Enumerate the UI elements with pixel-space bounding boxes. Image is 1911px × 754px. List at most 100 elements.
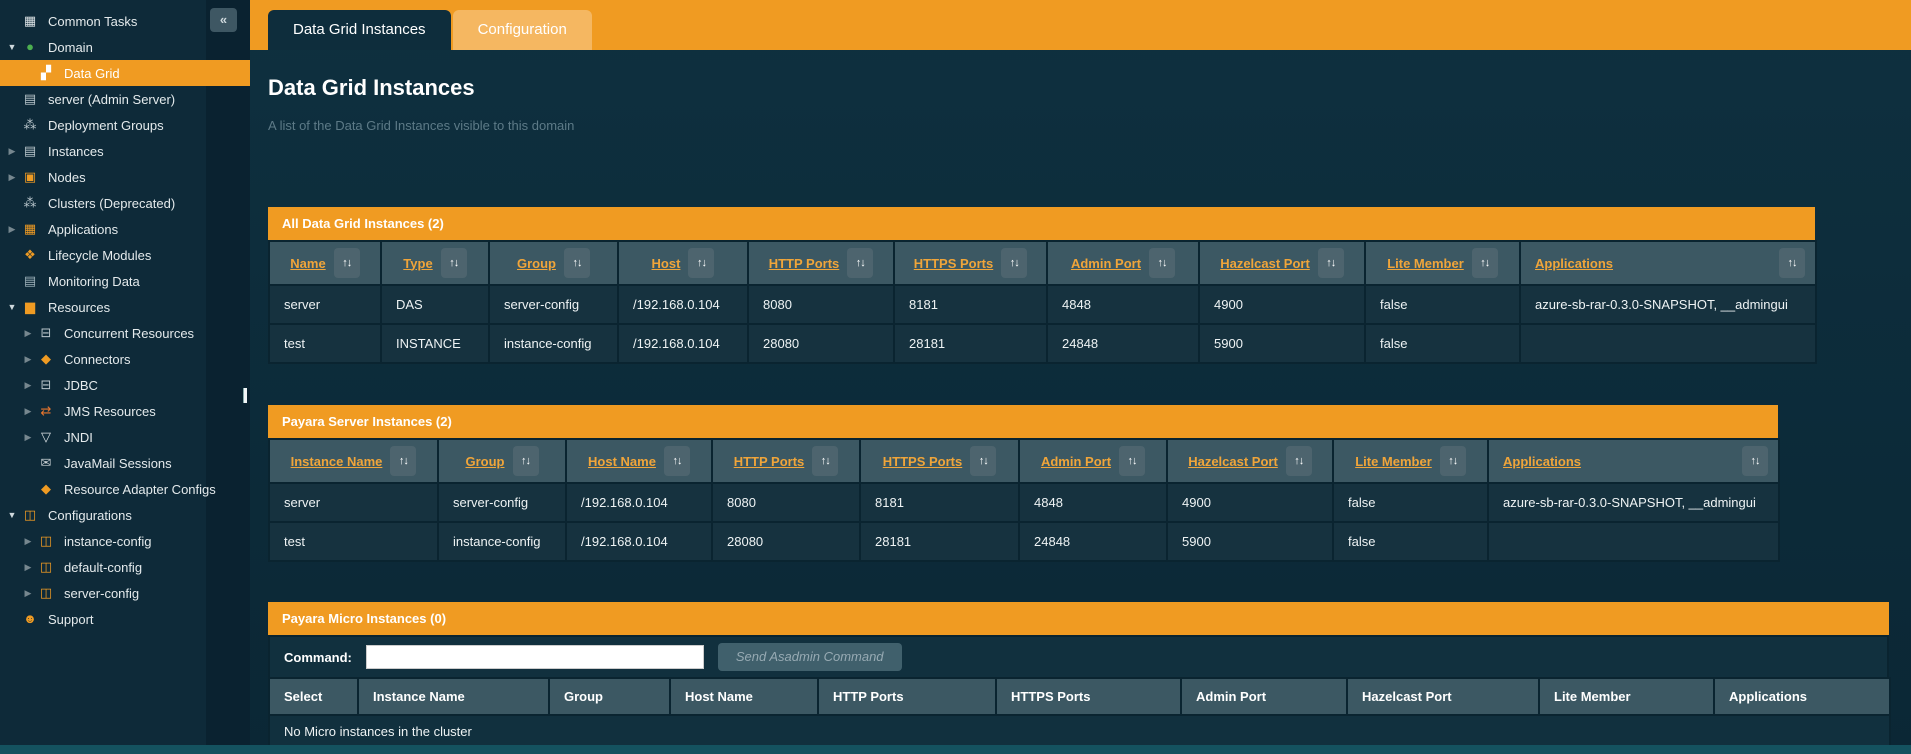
section-header-payara-micro-instances: Payara Micro Instances (0) xyxy=(268,602,1889,635)
sidebar-item-server-config[interactable]: ▶◫server-config xyxy=(0,580,250,606)
sidebar-item-concurrent-resources[interactable]: ▶⊟Concurrent Resources xyxy=(0,320,250,346)
sidebar-item-resources[interactable]: ▼▆Resources xyxy=(0,294,250,320)
column-header-admin-port: Admin Port xyxy=(1181,678,1347,715)
command-input[interactable] xyxy=(366,645,704,669)
config-icon: ◫ xyxy=(36,586,56,600)
sidebar-item-connectors[interactable]: ▶◆Connectors xyxy=(0,346,250,372)
sort-link-hazelcast-port[interactable]: Hazelcast Port xyxy=(1188,454,1278,469)
sidebar-item-instance-config[interactable]: ▶◫instance-config xyxy=(0,528,250,554)
sort-toggle-icon[interactable]: ↑↓ xyxy=(1001,248,1027,278)
sort-link-admin-port[interactable]: Admin Port xyxy=(1071,256,1141,271)
table-cell: instance-config xyxy=(438,522,566,561)
caret-right-icon[interactable]: ▶ xyxy=(20,588,36,599)
sort-link-applications[interactable]: Applications xyxy=(1535,256,1613,271)
table-cell: server xyxy=(269,285,381,324)
tab-configuration[interactable]: Configuration xyxy=(453,10,592,50)
sort-toggle-icon[interactable]: ↑↓ xyxy=(688,248,714,278)
send-asadmin-command-button[interactable]: Send Asadmin Command xyxy=(718,643,902,671)
sort-link-group[interactable]: Group xyxy=(466,454,505,469)
sort-toggle-icon[interactable]: ↑↓ xyxy=(564,248,590,278)
caret-down-icon[interactable]: ▼ xyxy=(4,510,20,520)
sort-link-host[interactable]: Host xyxy=(652,256,681,271)
caret-right-icon[interactable]: ▶ xyxy=(4,146,20,157)
sort-link-admin-port[interactable]: Admin Port xyxy=(1041,454,1111,469)
sort-toggle-icon[interactable]: ↑↓ xyxy=(1472,248,1498,278)
column-header-hazelcast-port: Hazelcast Port ↑↓ xyxy=(1167,439,1333,483)
sidebar-item-jdbc[interactable]: ▶⊟JDBC xyxy=(0,372,250,398)
sort-toggle-icon[interactable]: ↑↓ xyxy=(1440,446,1466,476)
caret-right-icon[interactable]: ▶ xyxy=(4,224,20,235)
caret-right-icon[interactable]: ▶ xyxy=(4,172,20,183)
sort-link-https-ports[interactable]: HTTPS Ports xyxy=(883,454,962,469)
sidebar-item-support[interactable]: ☻Support xyxy=(0,606,250,632)
caret-down-icon[interactable]: ▼ xyxy=(4,302,20,312)
database-icon: ⊟ xyxy=(36,326,56,340)
sort-link-hazelcast-port[interactable]: Hazelcast Port xyxy=(1220,256,1310,271)
table-cell: 4848 xyxy=(1047,285,1199,324)
sort-toggle-icon[interactable]: ↑↓ xyxy=(1149,248,1175,278)
caret-down-icon[interactable]: ▼ xyxy=(4,42,20,52)
sort-link-instance-name[interactable]: Instance Name xyxy=(291,454,383,469)
sidebar-item-nodes[interactable]: ▶▣Nodes xyxy=(0,164,250,190)
table-cell: 28181 xyxy=(894,324,1047,363)
sidebar-item-data-grid[interactable]: ▞Data Grid xyxy=(0,60,250,86)
sort-link-name[interactable]: Name xyxy=(290,256,325,271)
sort-toggle-icon[interactable]: ↑↓ xyxy=(847,248,873,278)
table-cell: 5900 xyxy=(1199,324,1365,363)
sidebar-item-javamail-sessions[interactable]: ✉JavaMail Sessions xyxy=(0,450,250,476)
column-header-https-ports: HTTPS Ports xyxy=(996,678,1181,715)
sort-link-applications[interactable]: Applications xyxy=(1503,454,1581,469)
sort-link-http-ports[interactable]: HTTP Ports xyxy=(734,454,805,469)
sidebar-item-server-admin-server[interactable]: ▤server (Admin Server) xyxy=(0,86,250,112)
caret-right-icon[interactable]: ▶ xyxy=(20,432,36,443)
sidebar-item-instances[interactable]: ▶▤Instances xyxy=(0,138,250,164)
caret-right-icon[interactable]: ▶ xyxy=(20,406,36,417)
sort-toggle-icon[interactable]: ↑↓ xyxy=(390,446,416,476)
sidebar-item-configurations[interactable]: ▼◫Configurations xyxy=(0,502,250,528)
sort-toggle-icon[interactable]: ↑↓ xyxy=(513,446,539,476)
caret-right-icon[interactable]: ▶ xyxy=(20,562,36,573)
column-header-hazelcast-port: Hazelcast Port xyxy=(1347,678,1539,715)
sort-toggle-icon[interactable]: ↑↓ xyxy=(441,248,467,278)
table-cell: /192.168.0.104 xyxy=(566,483,712,522)
sidebar-item-deployment-groups[interactable]: ⁂Deployment Groups xyxy=(0,112,250,138)
sort-toggle-icon[interactable]: ↑↓ xyxy=(1742,446,1768,476)
sidebar-item-label: Lifecycle Modules xyxy=(48,248,151,263)
sidebar-item-label: JMS Resources xyxy=(64,404,156,419)
sort-link-http-ports[interactable]: HTTP Ports xyxy=(769,256,840,271)
sort-toggle-icon[interactable]: ↑↓ xyxy=(970,446,996,476)
sort-toggle-icon[interactable]: ↑↓ xyxy=(1779,248,1805,278)
column-header-instance-name: Instance Name ↑↓ xyxy=(269,439,438,483)
sidebar-item-lifecycle-modules[interactable]: ❖Lifecycle Modules xyxy=(0,242,250,268)
page-title: Data Grid Instances xyxy=(268,75,1911,101)
sort-link-host-name[interactable]: Host Name xyxy=(588,454,656,469)
tab-data-grid-instances[interactable]: Data Grid Instances xyxy=(268,10,451,50)
sidebar-item-applications[interactable]: ▶▦Applications xyxy=(0,216,250,242)
sort-link-lite-member[interactable]: Lite Member xyxy=(1355,454,1432,469)
section-all-data-grid-instances: All Data Grid Instances (2) Name↑↓Type↑↓… xyxy=(268,207,1911,364)
sidebar-item-domain[interactable]: ▼●Domain xyxy=(0,34,250,60)
sidebar-item-jndi[interactable]: ▶▽JNDI xyxy=(0,424,250,450)
sort-toggle-icon[interactable]: ↑↓ xyxy=(664,446,690,476)
sort-link-type[interactable]: Type xyxy=(403,256,432,271)
sort-toggle-icon[interactable]: ↑↓ xyxy=(1119,446,1145,476)
sort-link-https-ports[interactable]: HTTPS Ports xyxy=(914,256,993,271)
sort-toggle-icon[interactable]: ↑↓ xyxy=(1286,446,1312,476)
sidebar-item-clusters-deprecated[interactable]: ⁂Clusters (Deprecated) xyxy=(0,190,250,216)
caret-right-icon[interactable]: ▶ xyxy=(20,536,36,547)
sidebar-item-jms-resources[interactable]: ▶⇄JMS Resources xyxy=(0,398,250,424)
sidebar-item-resource-adapter-configs[interactable]: ◆Resource Adapter Configs xyxy=(0,476,250,502)
caret-right-icon[interactable]: ▶ xyxy=(20,380,36,391)
sidebar-item-monitoring-data[interactable]: ▤Monitoring Data xyxy=(0,268,250,294)
sort-link-group[interactable]: Group xyxy=(517,256,556,271)
sidebar-item-default-config[interactable]: ▶◫default-config xyxy=(0,554,250,580)
sort-toggle-icon[interactable]: ↑↓ xyxy=(334,248,360,278)
sort-toggle-icon[interactable]: ↑↓ xyxy=(812,446,838,476)
sidebar-scrollbar-thumb[interactable] xyxy=(243,388,247,403)
caret-right-icon[interactable]: ▶ xyxy=(20,328,36,339)
sort-toggle-icon[interactable]: ↑↓ xyxy=(1318,248,1344,278)
sidebar-collapse-button[interactable]: « xyxy=(210,8,237,32)
sort-link-lite-member[interactable]: Lite Member xyxy=(1387,256,1464,271)
caret-right-icon[interactable]: ▶ xyxy=(20,354,36,365)
table-cell: 4900 xyxy=(1199,285,1365,324)
